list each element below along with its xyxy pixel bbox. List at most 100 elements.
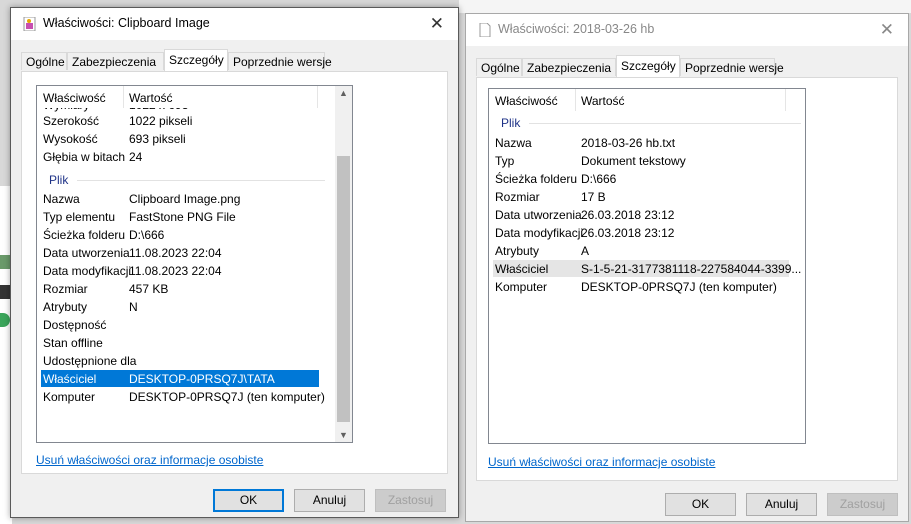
group-header-file: Plik (49, 173, 69, 187)
list-row[interactable]: Data modyfikacji 26.03.2018 23:12 (489, 224, 805, 242)
row-value: 11.08.2023 22:04 (129, 264, 222, 278)
list-row[interactable]: Dostępność (37, 316, 337, 334)
list-row[interactable]: Głębia w bitach 24 (37, 148, 337, 166)
list-row[interactable]: Stan offline (37, 334, 337, 352)
row-value: DESKTOP-0PRSQ7J (ten komputer) (581, 280, 777, 294)
group-divider (77, 180, 325, 181)
list-row[interactable]: Ścieżka folderu D:\666 (37, 226, 337, 244)
row-value: 26.03.2018 23:12 (581, 226, 675, 240)
remove-properties-link[interactable]: Usuń właściwości oraz informacje osobist… (36, 453, 263, 467)
list-row[interactable]: Nazwa Clipboard Image.png (37, 190, 337, 208)
row-value: D:\666 (581, 172, 617, 186)
list-row-selected[interactable]: Właściciel S-1-5-21-3177381118-227584044-… (493, 260, 801, 277)
details-panel: Wymiary 1022 x 693 Właściwość Wartość Sz… (21, 71, 448, 474)
tab-details[interactable]: Szczegóły (616, 55, 680, 77)
cancel-button[interactable]: Anuluj (746, 493, 817, 516)
list-header: Właściwość Wartość (489, 89, 805, 111)
row-value: D:\666 (129, 228, 165, 242)
row-value: Clipboard Image.png (129, 192, 241, 206)
row-key: Właściciel (43, 372, 97, 386)
row-value: 457 KB (129, 282, 169, 296)
list-row[interactable]: Udostępnione dla (37, 352, 337, 370)
list-row[interactable]: Data utworzenia 11.08.2023 22:04 (37, 244, 337, 262)
list-row[interactable]: Ścieżka folderu D:\666 (489, 170, 805, 188)
title-bar: Właściwości: 2018-03-26 hb ✕ (466, 14, 908, 46)
row-key: Komputer (43, 390, 96, 404)
row-key: Szerokość (43, 114, 100, 128)
row-value: N (129, 300, 138, 314)
ok-button[interactable]: OK (665, 493, 736, 516)
group-header-file: Plik (501, 116, 521, 130)
cancel-button[interactable]: Anuluj (294, 489, 365, 512)
ok-button[interactable]: OK (213, 489, 284, 512)
tab-details[interactable]: Szczegóły (164, 49, 228, 71)
tab-general[interactable]: Ogólne (476, 58, 522, 76)
details-panel: Właściwość Wartość Plik Nazwa 2018-03-26 … (476, 77, 898, 481)
list-row[interactable]: Typ Dokument tekstowy (489, 152, 805, 170)
property-list[interactable]: Właściwość Wartość Plik Nazwa 2018-03-26 … (488, 88, 806, 444)
apply-button[interactable]: Zastosuj (375, 489, 446, 512)
row-key: Stan offline (43, 336, 103, 350)
row-key: Data utworzenia (495, 208, 582, 222)
list-row-selected[interactable]: Właściciel DESKTOP-0PRSQ7J\TATA (41, 370, 319, 387)
close-icon[interactable]: ✕ (430, 14, 444, 34)
row-key: Atrybuty (43, 300, 88, 314)
row-key: Ścieżka folderu (43, 228, 126, 242)
close-icon[interactable]: ✕ (880, 20, 894, 40)
row-value: DESKTOP-0PRSQ7J\TATA (129, 372, 275, 386)
list-row[interactable]: Szerokość 1022 pikseli (37, 112, 337, 130)
tab-security[interactable]: Zabezpieczenia (522, 58, 616, 76)
property-list[interactable]: Wymiary 1022 x 693 Właściwość Wartość Sz… (36, 85, 353, 443)
list-row[interactable]: Data utworzenia 26.03.2018 23:12 (489, 206, 805, 224)
monitor-icon (0, 255, 10, 269)
row-value: 693 pikseli (129, 132, 186, 146)
row-value: S-1-5-21-3177381118-227584044-3399... (581, 262, 802, 276)
apply-button[interactable]: Zastosuj (827, 493, 898, 516)
row-value: 26.03.2018 23:12 (581, 208, 675, 222)
tab-previous-versions[interactable]: Poprzednie wersje (228, 52, 332, 70)
properties-window-text-file: Właściwości: 2018-03-26 hb ✕ Ogólne Zabe… (465, 13, 909, 522)
column-property[interactable]: Właściwość (43, 91, 106, 105)
list-row[interactable]: Nazwa 2018-03-26 hb.txt (489, 134, 805, 152)
vertical-scrollbar[interactable]: ▲ ▼ (335, 86, 352, 442)
scroll-up-icon[interactable]: ▲ (335, 88, 352, 98)
row-key: Typ elementu (43, 210, 116, 224)
row-key: Głębia w bitach (43, 150, 126, 164)
list-row[interactable]: Komputer DESKTOP-0PRSQ7J (ten komputer) (489, 278, 805, 296)
tab-general[interactable]: Ogólne (21, 52, 67, 70)
list-row[interactable]: Rozmiar 457 KB (37, 280, 337, 298)
list-row[interactable]: Wysokość 693 pikseli (37, 130, 337, 148)
row-key: Udostępnione dla (43, 354, 137, 368)
list-row[interactable]: Data modyfikacji 11.08.2023 22:04 (37, 262, 337, 280)
list-row[interactable]: Typ elementu FastStone PNG File (37, 208, 337, 226)
row-key: Data modyfikacji (495, 226, 584, 240)
list-row[interactable]: Komputer DESKTOP-0PRSQ7J (ten komputer) (37, 388, 337, 406)
column-value[interactable]: Wartość (129, 91, 173, 105)
row-value: 1022 pikseli (129, 114, 193, 128)
tab-security[interactable]: Zabezpieczenia (67, 52, 164, 70)
row-key: Właściciel (495, 262, 549, 276)
row-value: A (581, 244, 590, 258)
list-row[interactable]: Rozmiar 17 B (489, 188, 805, 206)
row-key: Dostępność (43, 318, 107, 332)
row-value: 2018-03-26 hb.txt (581, 136, 676, 150)
tab-previous-versions[interactable]: Poprzednie wersje (680, 58, 784, 76)
row-value: 17 B (581, 190, 606, 204)
column-property[interactable]: Właściwość (495, 94, 558, 108)
row-value: Dokument tekstowy (581, 154, 686, 168)
row-key: Typ (495, 154, 515, 168)
background-window-top (459, 0, 911, 13)
row-key: Data modyfikacji (43, 264, 132, 278)
scroll-down-icon[interactable]: ▼ (335, 430, 352, 440)
row-key: Rozmiar (43, 282, 88, 296)
window-title: Właściwości: Clipboard Image (43, 16, 210, 30)
row-value: 24 (129, 150, 143, 164)
row-key: Nazwa (43, 192, 80, 206)
remove-properties-link[interactable]: Usuń właściwości oraz informacje osobist… (488, 455, 715, 469)
column-value[interactable]: Wartość (581, 94, 625, 108)
list-row[interactable]: Atrybuty A (489, 242, 805, 260)
row-key: Ścieżka folderu (495, 172, 578, 186)
text-file-icon (479, 23, 491, 37)
scroll-thumb[interactable] (337, 156, 350, 422)
list-row[interactable]: Atrybuty N (37, 298, 337, 316)
